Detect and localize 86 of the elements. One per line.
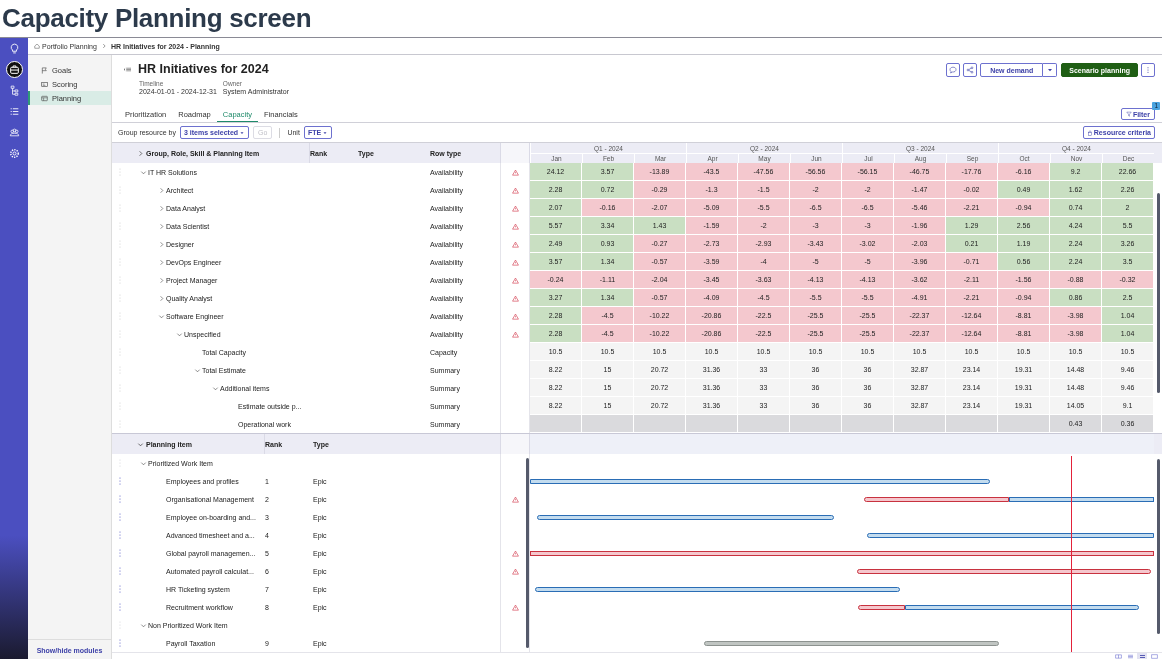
chevron-icon[interactable] (158, 204, 165, 212)
capacity-cell (634, 415, 686, 433)
chevron-icon[interactable] (140, 621, 147, 629)
warning-icon (511, 186, 519, 194)
capacity-cell (530, 415, 582, 433)
calendar-icon (41, 94, 48, 102)
chevron-icon[interactable] (158, 222, 165, 230)
view-icon (1126, 654, 1134, 659)
capacity-cell (998, 415, 1050, 433)
list-icon (8, 106, 20, 117)
warning-icon (511, 204, 519, 212)
scrollbar[interactable] (526, 458, 529, 648)
view-mode-button[interactable] (1137, 653, 1147, 659)
warning-icon (511, 258, 519, 266)
chevron-icon (100, 43, 107, 49)
capacity-cell (790, 415, 842, 433)
chevron-icon[interactable] (158, 240, 165, 248)
warning-icon (511, 330, 519, 338)
gantt-bar[interactable] (863, 496, 1154, 502)
warning-icon (511, 294, 519, 302)
scrollbar[interactable] (1157, 193, 1160, 393)
rail-button[interactable] (5, 61, 23, 78)
filter-icon (1125, 111, 1132, 117)
view-mode-button[interactable] (1125, 653, 1135, 659)
chevron-icon[interactable] (158, 186, 165, 194)
gantt-bar[interactable] (530, 478, 990, 484)
share-icon (966, 66, 975, 74)
chevron-icon[interactable] (140, 168, 147, 176)
page-title: Capacity Planning screen (1, 2, 313, 35)
briefcase-icon (8, 64, 20, 75)
chevron-icon[interactable] (137, 440, 144, 448)
chevron-icon[interactable] (194, 366, 201, 374)
capacity-cell (738, 415, 790, 433)
view-icon (1114, 654, 1122, 659)
view-icon (1138, 654, 1146, 659)
warning-icon (511, 168, 519, 176)
hierarchy-icon (8, 85, 20, 96)
capacity-cell (894, 415, 946, 433)
chevron-icon[interactable] (158, 258, 165, 266)
scrollbar[interactable] (1157, 459, 1160, 634)
warning-icon (511, 240, 519, 248)
scorecard-icon (41, 80, 48, 88)
capacity-cell (582, 415, 634, 433)
share-button[interactable] (963, 63, 978, 77)
gantt-bar[interactable] (530, 550, 1154, 556)
warning-icon (511, 567, 519, 575)
settings-icon (8, 148, 20, 159)
warning-icon (511, 222, 519, 230)
lightbulb-icon (8, 43, 20, 54)
warning-icon (511, 276, 519, 284)
chevron-icon[interactable] (158, 276, 165, 284)
chevron-icon[interactable] (158, 294, 165, 302)
warning-icon (511, 312, 519, 320)
gantt-bar[interactable] (704, 640, 1000, 646)
chevron-icon[interactable] (137, 149, 144, 157)
caret-icon (239, 129, 246, 136)
caret-icon (1045, 66, 1054, 74)
chevron-icon[interactable] (176, 330, 183, 338)
gantt-bar[interactable] (856, 568, 1151, 574)
lock-icon (1086, 129, 1093, 136)
flag-icon (41, 66, 48, 74)
new-demand-menu-button[interactable] (1043, 63, 1058, 77)
view-mode-button[interactable] (1149, 653, 1159, 659)
view-icon (1150, 654, 1158, 659)
chevron-icon[interactable] (140, 459, 147, 467)
warning-icon (511, 549, 519, 557)
plan-title: HR Initiatives for 2024 (138, 62, 269, 76)
chevron-icon[interactable] (158, 312, 165, 320)
home-icon (34, 43, 40, 49)
chevron-icon[interactable] (212, 384, 219, 392)
caret-icon (322, 129, 329, 136)
comment-button[interactable] (946, 63, 961, 77)
more-button[interactable] (1141, 63, 1155, 77)
capacity-cell (686, 415, 738, 433)
warning-icon (511, 603, 519, 611)
capacity-cell (842, 415, 894, 433)
gantt-bar[interactable] (866, 532, 1154, 538)
collapse-icon[interactable] (123, 65, 132, 73)
view-mode-button[interactable] (1113, 653, 1123, 659)
gantt-bar[interactable] (536, 514, 834, 520)
people-icon (8, 127, 20, 138)
capacity-cell (946, 415, 998, 433)
comment-icon (949, 66, 958, 74)
warning-icon (511, 495, 519, 503)
gantt-bar[interactable] (858, 604, 1139, 610)
gantt-bar[interactable] (535, 586, 900, 592)
